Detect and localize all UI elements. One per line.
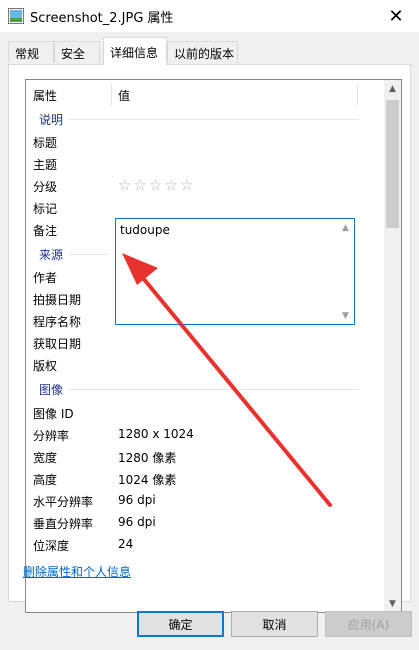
row-label-dimensions[interactable]: 分辨率 <box>33 427 69 444</box>
star-icon[interactable]: ☆ <box>180 177 193 193</box>
cancel-button[interactable]: 取消 <box>231 611 318 637</box>
tab-details[interactable]: 详细信息 <box>103 37 167 65</box>
row-label-authors[interactable]: 作者 <box>33 269 57 286</box>
row-label-program-name[interactable]: 程序名称 <box>33 313 81 330</box>
title-bar: Screenshot_2.JPG 属性 ✕ <box>0 0 419 32</box>
group-label: 来源 <box>39 248 64 262</box>
scrollbar-thumb[interactable] <box>386 100 399 228</box>
column-divider[interactable] <box>357 84 358 106</box>
row-label-copyright[interactable]: 版权 <box>33 357 57 374</box>
group-origin: 来源 <box>39 246 110 263</box>
tab-security[interactable]: 安全 <box>54 41 100 63</box>
group-divider <box>69 254 110 255</box>
row-label-date-acquired[interactable]: 获取日期 <box>33 335 81 352</box>
scroll-up-icon[interactable]: ▲ <box>384 80 401 97</box>
group-image: 图像 <box>39 381 360 398</box>
row-label-vertical-resolution[interactable]: 垂直分辨率 <box>33 515 93 532</box>
star-icon[interactable]: ☆ <box>133 177 146 193</box>
row-label-comments[interactable]: 备注 <box>33 222 57 239</box>
tab-previous-versions[interactable]: 以前的版本 <box>167 41 238 63</box>
row-label-subject[interactable]: 主题 <box>33 156 57 173</box>
close-button[interactable]: ✕ <box>373 0 419 32</box>
row-value-width[interactable]: 1280 像素 <box>118 449 176 466</box>
comments-scrollbar[interactable]: ▲ ▼ <box>337 219 354 324</box>
group-label: 图像 <box>39 383 64 397</box>
group-divider <box>69 389 360 390</box>
comments-value[interactable]: tudoupe <box>120 223 170 237</box>
row-label-width[interactable]: 宽度 <box>33 449 57 466</box>
scroll-down-icon[interactable]: ▼ <box>384 595 401 612</box>
group-label: 说明 <box>39 113 64 127</box>
row-value-dimensions[interactable]: 1280 x 1024 <box>118 427 194 441</box>
tab-strip: 常规 安全 详细信息 以前的版本 <box>0 32 419 66</box>
row-value-height[interactable]: 1024 像素 <box>118 471 176 488</box>
comments-edit-box[interactable]: tudoupe ▲ ▼ <box>115 218 355 325</box>
star-icon[interactable]: ☆ <box>149 177 162 193</box>
row-label-horizontal-resolution[interactable]: 水平分辨率 <box>33 493 93 510</box>
group-description: 说明 <box>39 111 360 128</box>
remove-properties-link[interactable]: 删除属性和个人信息 <box>23 563 131 580</box>
column-divider[interactable] <box>111 84 112 106</box>
list-scrollbar[interactable]: ▲ ▼ <box>384 80 401 612</box>
row-label-date-taken[interactable]: 拍摄日期 <box>33 291 81 308</box>
chevron-up-icon[interactable]: ▲ <box>337 219 354 236</box>
property-list[interactable]: 属性 值 说明 标题 主题 分级 ☆ ☆ ☆ ☆ ☆ 标记 备注 来源 作者 拍… <box>25 79 402 613</box>
property-list-content: 属性 值 说明 标题 主题 分级 ☆ ☆ ☆ ☆ ☆ 标记 备注 来源 作者 拍… <box>26 80 384 612</box>
tab-general[interactable]: 常规 <box>8 41 54 63</box>
apply-button: 应用(A) <box>325 611 412 637</box>
row-value-vertical-resolution[interactable]: 96 dpi <box>118 515 156 529</box>
row-label-tags[interactable]: 标记 <box>33 200 57 217</box>
rating-stars[interactable]: ☆ ☆ ☆ ☆ ☆ <box>118 177 193 193</box>
ok-button[interactable]: 确定 <box>137 611 224 637</box>
row-label-height[interactable]: 高度 <box>33 471 57 488</box>
row-value-bit-depth[interactable]: 24 <box>118 537 133 551</box>
close-icon: ✕ <box>388 5 404 27</box>
star-icon[interactable]: ☆ <box>164 177 177 193</box>
row-label-title[interactable]: 标题 <box>33 134 57 151</box>
window-title: Screenshot_2.JPG 属性 <box>30 11 174 26</box>
column-header-property[interactable]: 属性 <box>33 87 57 104</box>
image-file-icon <box>8 8 24 24</box>
row-label-image-id[interactable]: 图像 ID <box>33 405 74 422</box>
row-label-bit-depth[interactable]: 位深度 <box>33 537 69 554</box>
column-header-value[interactable]: 值 <box>118 87 130 104</box>
group-divider <box>69 119 360 120</box>
chevron-down-icon[interactable]: ▼ <box>337 307 354 324</box>
row-value-horizontal-resolution[interactable]: 96 dpi <box>118 493 156 507</box>
row-label-rating[interactable]: 分级 <box>33 178 57 195</box>
details-panel: 属性 值 说明 标题 主题 分级 ☆ ☆ ☆ ☆ ☆ 标记 备注 来源 作者 拍… <box>8 64 411 613</box>
properties-window: Screenshot_2.JPG 属性 ✕ 常规 安全 详细信息 以前的版本 属… <box>0 0 419 650</box>
star-icon[interactable]: ☆ <box>118 177 131 193</box>
